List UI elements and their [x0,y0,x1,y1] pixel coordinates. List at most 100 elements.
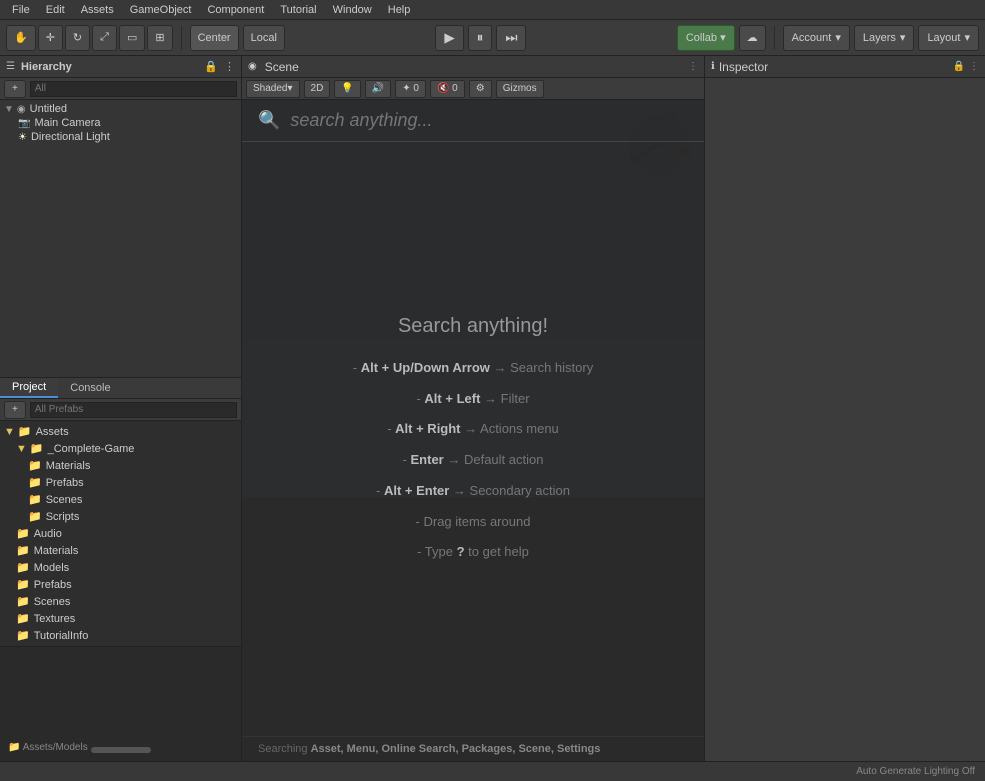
menu-tutorial[interactable]: Tutorial [272,0,324,19]
project-audio[interactable]: 📁 Audio [0,525,241,542]
2d-button[interactable]: 2D [304,80,331,98]
search-overlay: 🔍 Search anything! - Alt + Up/Down Arrow… [242,100,704,761]
mute-button[interactable]: 🔇 0 [430,80,465,98]
scale-tool[interactable]: ⤢ [92,25,117,51]
shortcut-5: - Alt + Enter → Secondary action [376,481,570,502]
project-prefabs-sub[interactable]: 📁 Prefabs [0,474,241,491]
tutorial-folder-icon: 📁 [16,629,30,642]
hierarchy-menu-icon[interactable]: ⋮ [224,60,235,73]
directional-light-label: Directional Light [31,131,110,143]
rotate-tool[interactable]: ↻ [65,25,90,51]
lighting-button[interactable]: 💡 [334,80,360,98]
assets-label: Assets [36,426,69,438]
materials-folder-icon: 📁 [16,544,30,557]
project-search-input[interactable] [30,402,237,418]
step-button[interactable]: ⏭ [496,25,526,51]
models-folder-icon: 📁 [16,561,30,574]
cloud-button[interactable]: ☁ [739,25,766,51]
right-panel: ℹ Inspector 🔒 ⋮ [705,56,985,761]
search-footer: Searching Asset, Menu, Online Search, Pa… [242,736,704,761]
shading-dropdown[interactable]: Shaded ▾ [246,80,300,98]
account-button[interactable]: Account ▾ [783,25,850,51]
project-materials[interactable]: 📁 Materials [0,542,241,559]
project-toolbar: + [0,399,241,421]
inspector-lock-icon[interactable]: 🔒 [953,61,965,72]
scripts-sub-label: Scripts [46,511,80,523]
hierarchy-title: Hierarchy [21,61,72,73]
menu-bar: File Edit Assets GameObject Component Tu… [0,0,985,20]
toolbar: ✋ ✛ ↻ ⤢ ▭ ⊞ Center Local ▶ ⏸ ⏭ Collab ▾ … [0,20,985,56]
center-panel: ◉ Scene ⋮ Shaded ▾ 2D 💡 🔊 ✦ 0 🔇 0 ⚙ Gizm… [242,56,705,761]
pause-button[interactable]: ⏸ [468,25,493,51]
project-add-button[interactable]: + [4,401,26,419]
scenes-label: Scenes [34,596,71,608]
zoom-bar[interactable] [91,747,151,753]
hierarchy-search-input[interactable] [30,81,237,97]
play-button[interactable]: ▶ [435,25,463,51]
project-scenes-sub[interactable]: 📁 Scenes [0,491,241,508]
textures-folder-icon: 📁 [16,612,30,625]
camera-icon: 📷 [18,118,30,129]
status-text: Auto Generate Lighting Off [856,766,975,777]
scene-tab-icon: ◉ [248,61,257,72]
scenes-sub-folder-icon: 📁 [28,493,42,506]
shortcut-3: - Alt + Right → Actions menu [387,419,559,440]
move-tool[interactable]: ✛ [38,25,63,51]
hand-tool[interactable]: ✋ [6,25,36,51]
project-textures[interactable]: 📁 Textures [0,610,241,627]
custom-tool[interactable]: ⊞ [147,25,172,51]
hierarchy-content: ▼ ◉ Untitled 📷 Main Camera ☀ Directional… [0,100,241,377]
layout-button[interactable]: Layout ▾ [918,25,979,51]
hierarchy-item-untitled[interactable]: ▼ ◉ Untitled [0,102,241,116]
menu-file[interactable]: File [4,0,38,19]
project-models[interactable]: 📁 Models [0,559,241,576]
search-input[interactable] [290,110,688,131]
collab-button[interactable]: Collab ▾ [677,25,735,51]
layers-button[interactable]: Layers ▾ [854,25,915,51]
scene-toolbar: Shaded ▾ 2D 💡 🔊 ✦ 0 🔇 0 ⚙ Gizmos [242,78,704,100]
tutorialinfo-label: TutorialInfo [34,630,89,642]
project-complete-game[interactable]: ▼ 📁 _Complete-Game [0,440,241,457]
shading-label: Shaded [253,83,287,94]
project-prefabs[interactable]: 📁 Prefabs [0,576,241,593]
shortcut-1: - Alt + Up/Down Arrow → Search history [353,358,593,379]
scene-menu-icon[interactable]: ⋮ [688,61,698,72]
hierarchy-item-directional-light[interactable]: ☀ Directional Light [0,130,241,144]
hierarchy-item-main-camera[interactable]: 📷 Main Camera [0,116,241,130]
inspector-title: Inspector [719,60,768,74]
hierarchy-add-button[interactable]: + [4,80,26,98]
gizmos-button[interactable]: Gizmos [496,80,544,98]
menu-gameobject[interactable]: GameObject [122,0,200,19]
lock-icon[interactable]: 🔒 [204,60,218,73]
stats-button[interactable]: ⚙ [469,80,492,98]
scenes-sub-label: Scenes [46,494,83,506]
project-scripts-sub[interactable]: 📁 Scripts [0,508,241,525]
menu-help[interactable]: Help [380,0,419,19]
project-assets-root[interactable]: ▼ 📁 Assets [0,423,241,440]
fx-button[interactable]: ✦ 0 [395,80,426,98]
project-tutorialinfo[interactable]: 📁 TutorialInfo [0,627,241,644]
mat-sub-folder-icon: 📁 [28,459,42,472]
project-materials-sub[interactable]: 📁 Materials [0,457,241,474]
center-button[interactable]: Center [190,25,239,51]
rect-tool[interactable]: ▭ [119,25,145,51]
inspector-menu-icon[interactable]: ⋮ [969,61,979,72]
cg-arrow-icon: ▼ [16,443,27,455]
project-scenes[interactable]: 📁 Scenes [0,593,241,610]
project-tab[interactable]: Project [0,378,58,398]
local-button[interactable]: Local [243,25,285,51]
inspector-content [705,78,985,761]
assets-path: Assets/Models [23,742,88,753]
console-tab[interactable]: Console [58,378,122,398]
menu-component[interactable]: Component [199,0,272,19]
path-label: 📁 Assets/Models [8,742,88,753]
prefabs-label: Prefabs [34,579,72,591]
menu-window[interactable]: Window [325,0,380,19]
light-icon: ☀ [18,132,27,143]
search-help: Search anything! - Alt + Up/Down Arrow →… [242,142,704,736]
main-layout: ☰ Hierarchy 🔒 ⋮ + ▼ ◉ Untitled 📷 Main Ca… [0,56,985,761]
menu-assets[interactable]: Assets [73,0,122,19]
search-big-icon: 🔍 [258,110,280,131]
audio-button[interactable]: 🔊 [365,80,391,98]
menu-edit[interactable]: Edit [38,0,73,19]
